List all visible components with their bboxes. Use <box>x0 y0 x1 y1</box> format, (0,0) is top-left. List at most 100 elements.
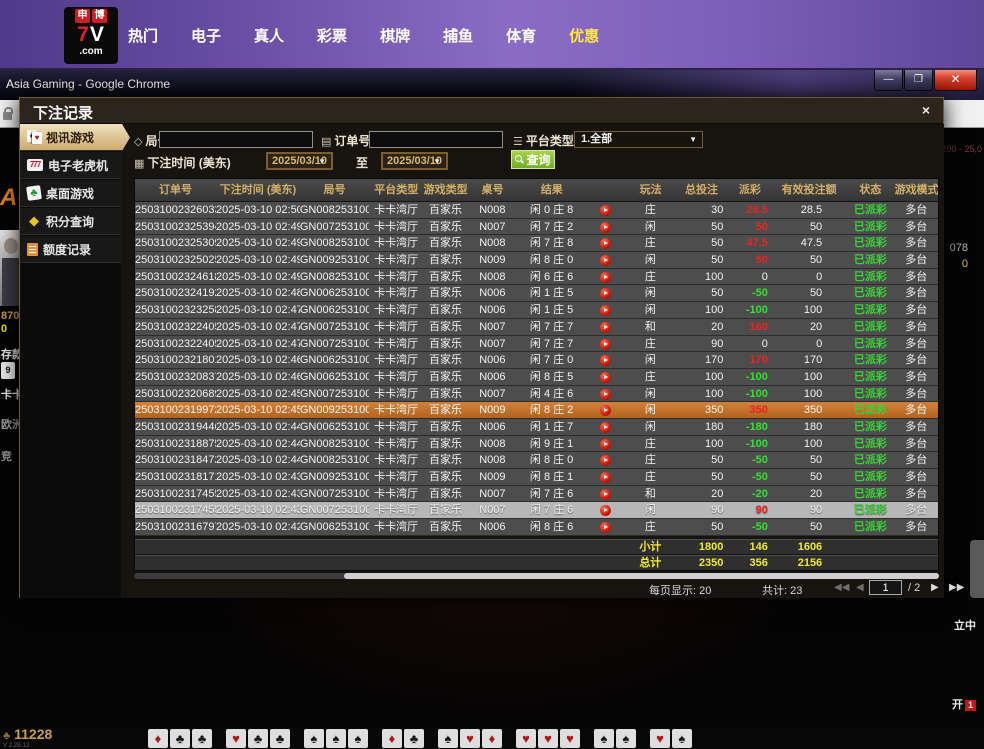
play-video-icon[interactable] <box>600 439 611 450</box>
play-video-icon[interactable] <box>600 372 611 383</box>
table-row[interactable]: 2503100232461862025-03-10 02:49:01GN0082… <box>135 269 938 286</box>
play-video-icon[interactable] <box>600 522 611 533</box>
play-video-icon[interactable] <box>600 422 611 433</box>
platform-type-select[interactable]: 1.全部 ▼ <box>574 131 703 148</box>
cell-valid: 50 <box>772 452 846 468</box>
table-row[interactable]: 2503100231944632025-03-10 02:44:59GN0062… <box>135 419 938 436</box>
play-video-icon[interactable] <box>600 238 611 249</box>
table-row[interactable]: 2503100232419202025-03-10 02:48:44GN0062… <box>135 285 938 302</box>
play-video-icon[interactable] <box>600 489 611 500</box>
logo-tag-icon: 博 <box>92 9 107 23</box>
table-row[interactable]: 2503100232603302025-03-10 02:50:08GN0082… <box>135 202 938 219</box>
nav-item-chess[interactable]: 棋牌 <box>380 25 410 46</box>
play-video-icon[interactable] <box>600 405 611 416</box>
cell-round: GN0062531005X <box>300 369 369 385</box>
cell-game: 百家乐 <box>423 269 467 285</box>
table-row[interactable]: 2503100231997282025-03-10 02:45:23GN0092… <box>135 402 938 419</box>
play-video-icon[interactable] <box>600 272 611 283</box>
dialog-title: 下注记录 <box>33 102 93 123</box>
nav-item-live[interactable]: 真人 <box>254 25 284 46</box>
horizontal-scrollbar[interactable] <box>134 573 939 579</box>
play-video-icon[interactable] <box>600 205 611 216</box>
last-page-icon[interactable]: ▶▶ <box>949 582 964 593</box>
prev-page-icon[interactable]: ◀ <box>856 582 864 593</box>
play-video-icon[interactable] <box>600 288 611 299</box>
play-video-icon[interactable] <box>600 472 611 483</box>
nav-item-electronic[interactable]: 电子 <box>191 25 221 46</box>
table-row[interactable]: 2503100232539432025-03-10 02:49:37GN0072… <box>135 219 938 236</box>
table-row[interactable]: 2503100232240522025-03-10 02:47:19GN0072… <box>135 336 938 353</box>
minimize-button[interactable]: — <box>874 70 903 91</box>
window-close-button[interactable]: ✕ <box>934 70 977 91</box>
next-page-icon[interactable]: ▶ <box>931 582 939 593</box>
table-row[interactable]: 2503100231887542025-03-10 02:44:32GN0082… <box>135 436 938 453</box>
table-games-icon: ♣ <box>26 185 42 201</box>
nav-item-lottery[interactable]: 彩票 <box>317 25 347 46</box>
cell-game: 百家乐 <box>423 252 467 268</box>
sidebar-item-slots[interactable]: 777 电子老虎机 <box>20 152 121 179</box>
cell-table: N006 <box>468 519 517 535</box>
cell-bet: 20 <box>675 319 727 335</box>
cell-payout: -100 <box>727 386 771 402</box>
search-button[interactable]: 查询 <box>511 150 555 169</box>
site-logo[interactable]: 申 博 7V .com <box>64 7 118 64</box>
table-row[interactable]: 2503100232083722025-03-10 02:46:02GN0062… <box>135 369 938 386</box>
date-from-picker[interactable]: 2025/03/10▼ <box>266 152 333 170</box>
cell-valid: 100 <box>772 302 846 318</box>
play-video-icon[interactable] <box>600 322 611 333</box>
play-video-icon[interactable] <box>600 255 611 266</box>
cell-valid: 50 <box>772 285 846 301</box>
nav-item-hot[interactable]: 热门 <box>128 25 158 46</box>
left-fragment: 卡卡 <box>1 386 20 402</box>
nav-item-sports[interactable]: 体育 <box>506 25 536 46</box>
play-video-icon[interactable] <box>600 339 611 350</box>
sidebar-item-video-games[interactable]: 视讯游戏 <box>20 124 130 151</box>
cell-platform: 卡卡湾厅 <box>369 486 423 502</box>
playing-card-icon: ♠ <box>594 729 614 748</box>
gem-icon: ◆ <box>27 214 41 228</box>
table-row[interactable]: 2503100232530972025-03-10 02:49:33GN0082… <box>135 235 938 252</box>
nav-item-fishing[interactable]: 捕鱼 <box>443 25 473 46</box>
right-edge-tab[interactable] <box>970 540 984 598</box>
cell-mode: 多台 <box>895 386 938 402</box>
sum-cell-round <box>300 556 369 570</box>
play-video-icon[interactable] <box>600 455 611 466</box>
table-row[interactable]: 2503100232068902025-03-10 02:45:54GN0072… <box>135 386 938 403</box>
column-header: 下注时间 (美东) <box>216 179 300 201</box>
table-row[interactable]: 2503100231817142025-03-10 02:43:59GN0092… <box>135 469 938 486</box>
table-row[interactable]: 2503100231847222025-03-10 02:44:13GN0082… <box>135 452 938 469</box>
replay-cell <box>586 419 625 435</box>
order-number-input[interactable] <box>369 131 503 148</box>
nav-item-promo[interactable]: 优惠 <box>569 25 599 46</box>
round-number-input[interactable] <box>159 131 313 148</box>
play-video-icon[interactable] <box>600 355 611 366</box>
replay-cell <box>586 352 625 368</box>
cell-status: 已派彩 <box>846 235 894 251</box>
cell-order: 250310023181714 <box>135 469 216 485</box>
column-header: 平台类型 <box>369 179 423 201</box>
sidebar-item-table-games[interactable]: ♣ 桌面游戏 <box>20 180 121 207</box>
sidebar-item-label: 电子老虎机 <box>48 157 108 174</box>
table-row[interactable]: 2503100232325822025-03-10 02:47:57GN0062… <box>135 302 938 319</box>
sidebar-item-credit-records[interactable]: 额度记录 <box>20 236 121 263</box>
sidebar-item-points[interactable]: ◆ 积分查询 <box>20 208 121 235</box>
table-row[interactable]: 2503100231745512025-03-10 02:43:28GN0072… <box>135 502 938 519</box>
cell-mode: 多台 <box>895 419 938 435</box>
table-row[interactable]: 2503100231679772025-03-10 02:42:59GN0062… <box>135 519 938 536</box>
cell-result: 闲 1 庄 5 <box>517 285 586 301</box>
play-video-icon[interactable] <box>600 505 611 516</box>
table-row[interactable]: 2503100231745522025-03-10 02:43:28GN0072… <box>135 486 938 503</box>
play-video-icon[interactable] <box>600 305 611 316</box>
column-header: 有效投注额 <box>772 179 846 201</box>
table-row[interactable]: 2503100232240532025-03-10 02:47:19GN0072… <box>135 319 938 336</box>
page-number-input[interactable] <box>869 580 902 595</box>
table-row[interactable]: 2503100232502522025-03-10 02:49:22GN0092… <box>135 252 938 269</box>
play-video-icon[interactable] <box>600 222 611 233</box>
first-page-icon[interactable]: ◀◀ <box>834 582 849 593</box>
play-video-icon[interactable] <box>600 389 611 400</box>
scrollbar-thumb[interactable] <box>344 573 939 579</box>
table-row[interactable]: 2503100232180142025-03-10 02:46:45GN0062… <box>135 352 938 369</box>
date-to-picker[interactable]: 2025/03/10▼ <box>381 152 448 170</box>
dialog-close-icon[interactable]: × <box>917 101 935 119</box>
maximize-button[interactable]: ❐ <box>904 70 933 91</box>
